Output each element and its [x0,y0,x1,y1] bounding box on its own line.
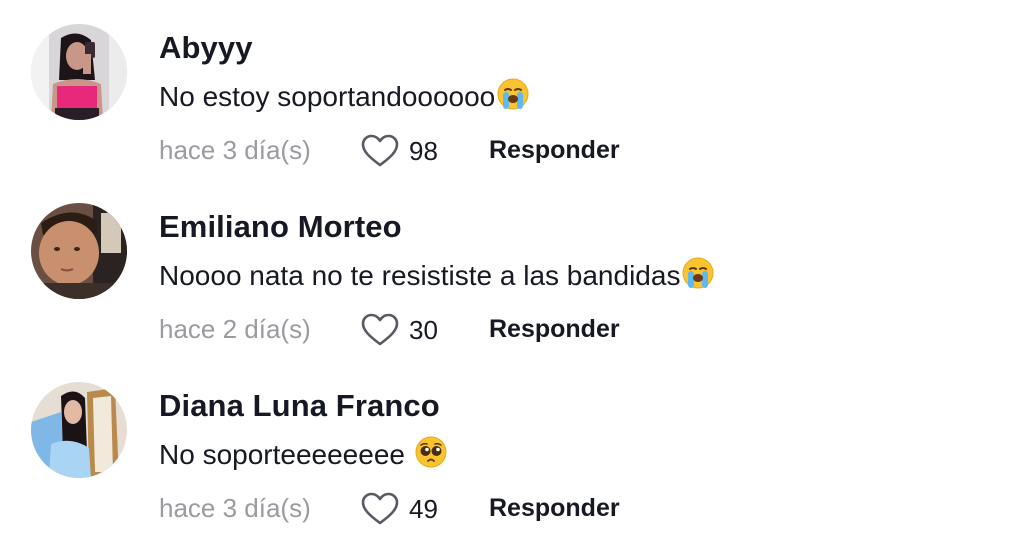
loudly-crying-face-emoji [682,257,714,300]
pleading-face-emoji [415,436,447,479]
reply-button[interactable]: Responder [489,311,620,347]
reply-button[interactable]: Responder [489,490,620,526]
comment-text: No soporteeeeeeee [159,435,447,479]
comment-timestamp: hace 3 día(s) [159,135,311,165]
comment-text: No estoy soportandoooooo [159,77,529,121]
comment-item: Diana Luna Franco No soporteeeeeeee hace… [0,358,1034,537]
comment-text-content: Noooo nata no te resististe a las bandid… [159,260,681,291]
comment-text-content: No soporteeeeeeee [159,439,405,470]
comment-username[interactable]: Abyyy [159,28,253,68]
like-button[interactable]: 30 [361,312,438,348]
like-button[interactable]: 49 [361,491,438,527]
comment-text: Noooo nata no te resististe a las bandid… [159,256,714,300]
comment-text-content: No estoy soportandoooooo [159,81,496,112]
avatar[interactable] [31,24,127,120]
comment-username[interactable]: Emiliano Morteo [159,207,402,247]
avatar[interactable] [31,203,127,299]
heart-icon[interactable] [361,134,399,168]
like-count: 30 [409,315,438,345]
comment-item: Emiliano Morteo Noooo nata no te resisti… [0,179,1034,358]
like-count: 49 [409,494,438,524]
like-button[interactable]: 98 [361,133,438,169]
like-count: 98 [409,136,438,166]
comment-timestamp: hace 3 día(s) [159,493,311,523]
heart-icon[interactable] [361,492,399,526]
comment-item: Abyyy No estoy soportandoooooo hace 3 dí… [0,0,1034,179]
loudly-crying-face-emoji [497,78,529,121]
avatar[interactable] [31,382,127,478]
comment-username[interactable]: Diana Luna Franco [159,386,440,426]
reply-button[interactable]: Responder [489,132,620,168]
heart-icon[interactable] [361,313,399,347]
comment-timestamp: hace 2 día(s) [159,314,311,344]
